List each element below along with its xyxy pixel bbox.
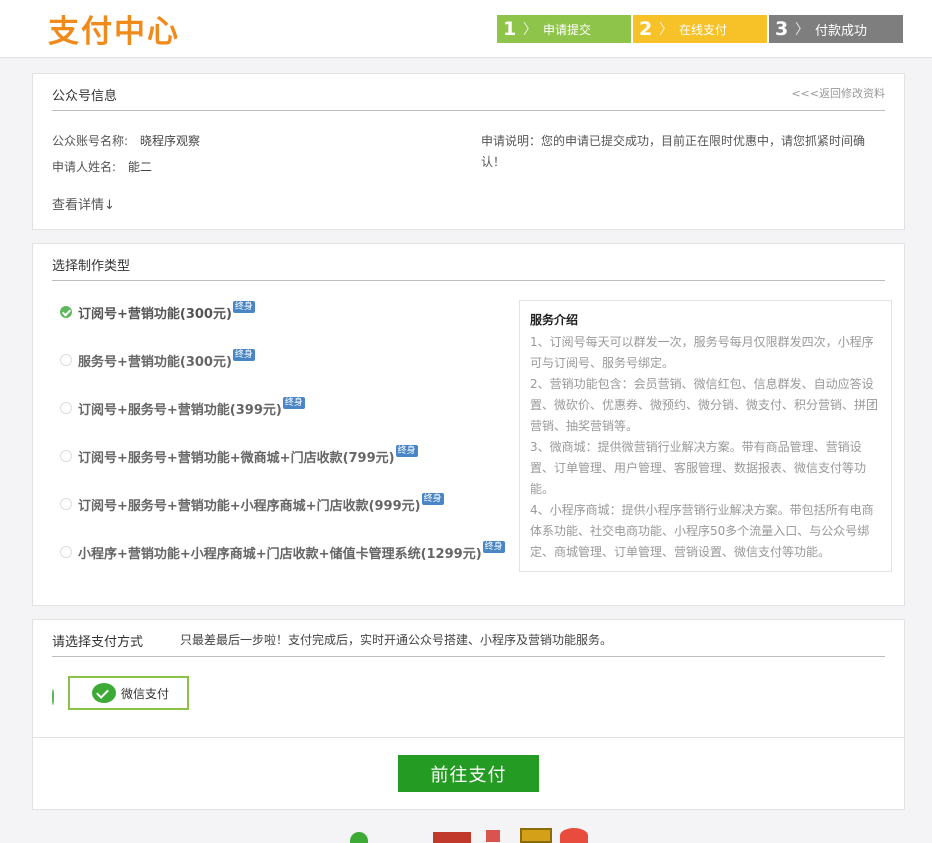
payment-hint: 只最差最后一步啦！支付完成后，实时开通公众号搭建、小程序及营销功能服务。	[180, 633, 613, 647]
divider	[52, 280, 885, 281]
applicant-value: 能二	[128, 160, 153, 174]
plan-option[interactable]: 服务号+营销功能(300元) 终身	[60, 349, 255, 370]
step-label: 付款成功	[815, 23, 868, 39]
applicant-label: 申请人姓名:	[52, 160, 117, 174]
lifetime-badge: 终身	[232, 349, 255, 361]
applicant-row: 申请人姓名: 能二	[52, 158, 152, 175]
account-name-value: 晓程序观察	[140, 134, 201, 148]
step-pay: 2 〉 在线支付	[633, 15, 767, 43]
wechat-icon	[92, 683, 116, 703]
service-intro-line: 置、微砍价、优惠券、微预约、微分销、微支付、积分营销、拼团	[530, 398, 879, 412]
account-name-row: 公众账号名称: 晓程序观察	[52, 132, 200, 149]
lifetime-badge: 终身	[395, 445, 418, 457]
step-label: 在线支付	[679, 22, 728, 37]
service-intro-line: 可与订阅号、服务号绑定。	[530, 356, 675, 370]
step-number: 2	[639, 18, 653, 40]
plan-option-label: 服务号+营销功能(300元)	[78, 354, 232, 370]
step-separator-icon: 〉	[659, 22, 673, 38]
service-intro-line: 3、微商城：提供微营销行业解决方案。带有商品管理、营销设	[530, 440, 862, 454]
footer-logos	[0, 826, 932, 843]
service-intro-box: 服务介绍 1、订阅号每天可以群发一次，服务号每月仅限群发四次，小程序 可与订阅号…	[519, 300, 892, 572]
account-info-panel: 公众号信息 <<<返回修改资料 公众账号名称: 晓程序观察 申请人姓名: 能二 申请…	[32, 73, 905, 230]
lifetime-badge: 终身	[482, 541, 505, 553]
step-submit: 1 〉 申请提交	[497, 15, 631, 43]
cross-logo-icon	[486, 830, 500, 842]
radio-checked-icon[interactable]	[52, 689, 54, 705]
lifetime-badge: 终身	[421, 493, 444, 505]
radio-icon[interactable]	[60, 546, 72, 558]
top-bar: 支付中心 1 〉 申请提交 2 〉 在线支付 3 〉 付款成功	[0, 0, 932, 58]
step-label: 申请提交	[543, 22, 592, 37]
divider	[52, 656, 885, 657]
service-intro-title: 服务介绍	[530, 313, 579, 327]
step-separator-icon: 〉	[523, 22, 537, 38]
service-intro-line: 定、商城管理、订单管理、营销设置、微信支付等功能。	[530, 545, 831, 559]
wechat-logo-icon	[350, 832, 368, 843]
divider	[52, 110, 885, 111]
plan-option-label: 订阅号+服务号+营销功能+微商城+门店收款(799元)	[78, 450, 395, 466]
application-note: 申请说明：您的申请已提交成功，目前正在限时优惠中，请您抓紧时间确认！	[481, 134, 866, 169]
plan-option[interactable]: 订阅号+服务号+营销功能+小程序商城+门店收款(999元) 终身	[60, 493, 444, 514]
wechat-pay-label: 微信支付	[121, 686, 170, 701]
plan-option-label: 订阅号+服务号+营销功能+小程序商城+门店收款(999元)	[78, 498, 421, 514]
step-number: 3	[775, 18, 789, 40]
seal-logo-icon	[560, 828, 588, 843]
radio-icon[interactable]	[60, 354, 72, 366]
payment-title: 请选择支付方式	[52, 635, 144, 650]
radio-checked-icon[interactable]	[60, 306, 72, 318]
service-intro-line: 4、小程序商城：提供小程序营销行业解决方案。带包括所有电商	[530, 503, 874, 517]
service-intro-line: 营销、抽奖营销等。	[530, 419, 639, 433]
radio-icon[interactable]	[60, 402, 72, 414]
plan-option-label: 订阅号+服务号+营销功能(399元)	[78, 402, 282, 418]
view-details-link[interactable]: 查看详情↓	[52, 194, 115, 213]
radio-icon[interactable]	[60, 498, 72, 510]
account-info-title: 公众号信息	[52, 89, 118, 104]
step-success: 3 〉 付款成功	[769, 15, 903, 43]
lifetime-badge: 终身	[282, 397, 305, 409]
wechat-pay-option[interactable]: 微信支付	[68, 676, 189, 710]
certificate-logo-icon	[520, 828, 552, 843]
bank-logo-icon	[433, 832, 471, 843]
payment-panel: 请选择支付方式 只最差最后一步啦！支付完成后，实时开通公众号搭建、小程序及营销功…	[32, 619, 905, 810]
radio-icon[interactable]	[60, 450, 72, 462]
service-intro-line: 1、订阅号每天可以群发一次，服务号每月仅限群发四次，小程序	[530, 335, 874, 349]
divider	[33, 737, 904, 738]
service-intro-line: 能。	[530, 482, 555, 496]
plan-option[interactable]: 订阅号+服务号+营销功能(399元) 终身	[60, 397, 305, 418]
step-separator-icon: 〉	[795, 22, 809, 38]
back-edit-link[interactable]: <<<返回修改资料	[791, 85, 885, 101]
plan-title: 选择制作类型	[52, 259, 131, 274]
step-number: 1	[503, 18, 517, 40]
plan-option-label: 订阅号+营销功能(300元)	[78, 306, 232, 322]
service-intro-line: 置、订单管理、用户管理、客服管理、数据报表、微信支付等功	[530, 461, 867, 475]
lifetime-badge: 终身	[232, 301, 255, 313]
brand-title: 支付中心	[48, 14, 180, 50]
service-intro-line: 体系功能、社交电商功能、小程序50多个流量入口、与公众号绑	[530, 524, 870, 538]
service-intro-line: 2、营销功能包含：会员营销、微信红包、信息群发、自动应答设	[530, 377, 874, 391]
plan-option[interactable]: 订阅号+服务号+营销功能+微商城+门店收款(799元) 终身	[60, 445, 418, 466]
progress-steps: 1 〉 申请提交 2 〉 在线支付 3 〉 付款成功	[497, 15, 905, 43]
plan-panel: 选择制作类型 订阅号+营销功能(300元) 终身 服务号+营销功能(300元) …	[32, 243, 905, 606]
account-name-label: 公众账号名称:	[52, 134, 129, 148]
plan-option[interactable]: 小程序+营销功能+小程序商城+门店收款+储值卡管理系统(1299元) 终身	[60, 541, 505, 562]
plan-option[interactable]: 订阅号+营销功能(300元) 终身	[60, 301, 255, 322]
go-pay-button[interactable]: 前往支付	[398, 755, 539, 792]
plan-option-label: 小程序+营销功能+小程序商城+门店收款+储值卡管理系统(1299元)	[78, 546, 482, 562]
